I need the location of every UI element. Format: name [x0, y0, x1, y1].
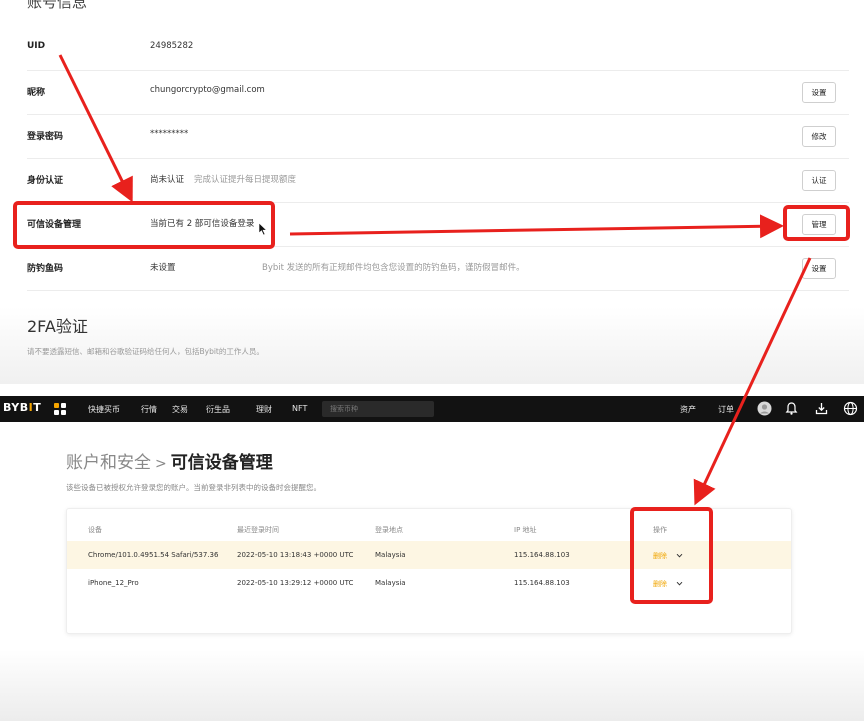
col-header-device: 设备 [88, 526, 102, 534]
globe-icon[interactable] [843, 401, 858, 416]
device-name: iPhone_12_Pro [88, 579, 139, 587]
anti-phishing-set-button[interactable]: 设置 [802, 258, 836, 279]
bell-icon[interactable] [784, 401, 799, 416]
page-description: 该些设备已被授权允许登录您的账户。当前登录非列表中的设备时会提醒您。 [66, 483, 321, 492]
info-row-nickname: 昵称 chungorcrypto@gmail.com 设置 [27, 71, 849, 115]
apps-grid-icon[interactable] [53, 402, 67, 416]
twofa-title: 2FA验证 [27, 317, 88, 336]
nav-earn[interactable]: 理财 [256, 404, 272, 415]
identity-value: 尚未认证 [150, 175, 185, 185]
delete-device-button[interactable]: 删除 [653, 551, 667, 561]
nav-derivatives[interactable]: 衍生品 [206, 404, 230, 415]
bybit-logo[interactable]: BYBIT [3, 401, 41, 414]
chevron-down-icon[interactable] [676, 552, 683, 559]
device-name: Chrome/101.0.4951.54 Safari/537.36 [88, 551, 219, 559]
section-title: 账号信息 [27, 0, 88, 11]
uid-label: UID [27, 41, 46, 51]
breadcrumb-separator: > [155, 456, 167, 472]
devices-table: 设备 最近登录时间 登录地点 IP 地址 操作 Chrome/101.0.495… [66, 508, 792, 634]
nav-quick-buy[interactable]: 快捷买币 [88, 404, 120, 415]
password-label: 登录密码 [27, 132, 64, 142]
breadcrumb-parent[interactable]: 账户和安全 [66, 453, 151, 473]
info-row-trusted-devices: 可信设备管理 当前已有 2 部可信设备登录 管理 [27, 203, 849, 247]
nav-orders[interactable]: 订单 [718, 404, 734, 415]
trusted-devices-page: BYBIT 快捷买币 行情 交易 衍生品 理财 NFT 搜索币种 资产 订单 账… [0, 396, 864, 721]
nav-markets[interactable]: 行情 [141, 404, 157, 415]
nickname-label: 昵称 [27, 88, 46, 98]
account-info-panel: 账号信息 UID 24985282 昵称 chungorcrypto@gmail… [0, 0, 864, 384]
nickname-value: chungorcrypto@gmail.com [150, 85, 265, 95]
page-heading: 账户和安全 > 可信设备管理 [66, 448, 273, 473]
download-icon[interactable] [814, 401, 829, 416]
chevron-down-icon[interactable] [676, 580, 683, 587]
info-row-uid: UID 24985282 [27, 27, 849, 71]
mouse-cursor-icon [258, 222, 268, 236]
trusted-devices-value: 当前已有 2 部可信设备登录 [150, 219, 255, 229]
identity-verify-button[interactable]: 认证 [802, 170, 836, 191]
info-row-password: 登录密码 ********* 修改 [27, 115, 849, 159]
password-value: ********* [150, 129, 189, 139]
user-avatar-icon[interactable] [757, 401, 772, 416]
nav-assets[interactable]: 资产 [680, 404, 696, 415]
col-header-last-login: 最近登录时间 [237, 526, 279, 534]
logo-tail: T [33, 401, 42, 414]
logo-text: BYB [3, 401, 29, 414]
table-row: iPhone_12_Pro 2022-05-10 13:29:12 +0000 … [67, 569, 791, 597]
password-change-button[interactable]: 修改 [802, 126, 836, 147]
trusted-devices-manage-button[interactable]: 管理 [802, 214, 836, 235]
col-header-location: 登录地点 [375, 526, 403, 534]
table-row: Chrome/101.0.4951.54 Safari/537.36 2022-… [67, 541, 791, 569]
search-input[interactable]: 搜索币种 [322, 401, 434, 417]
last-login-time: 2022-05-10 13:18:43 +0000 UTC [237, 551, 354, 559]
nickname-set-button[interactable]: 设置 [802, 82, 836, 103]
nav-trade[interactable]: 交易 [172, 404, 188, 415]
login-location: Malaysia [375, 579, 406, 587]
login-location: Malaysia [375, 551, 406, 559]
identity-hint: 完成认证提升每日提现额度 [194, 175, 297, 185]
ip-address: 115.164.88.103 [514, 551, 570, 559]
page-title: 可信设备管理 [170, 453, 273, 473]
uid-value: 24985282 [150, 41, 194, 51]
top-navbar: BYBIT 快捷买币 行情 交易 衍生品 理财 NFT 搜索币种 资产 订单 [0, 396, 864, 422]
identity-label: 身份认证 [27, 176, 64, 186]
col-header-ip: IP 地址 [514, 526, 537, 534]
delete-device-button[interactable]: 删除 [653, 579, 667, 589]
col-header-action: 操作 [653, 526, 667, 534]
info-row-identity: 身份认证 尚未认证 完成认证提升每日提现额度 认证 [27, 159, 849, 203]
anti-phishing-value: 未设置 [150, 263, 176, 273]
anti-phishing-hint: Bybit 发送的所有正规邮件均包含您设置的防钓鱼码，谨防假冒邮件。 [262, 263, 525, 273]
info-row-anti-phishing: 防钓鱼码 未设置 Bybit 发送的所有正规邮件均包含您设置的防钓鱼码，谨防假冒… [27, 247, 849, 291]
ip-address: 115.164.88.103 [514, 579, 570, 587]
twofa-description: 请不要透露短信、邮箱和谷歌验证码给任何人，包括Bybit的工作人员。 [27, 347, 264, 356]
nav-nft[interactable]: NFT [292, 404, 307, 413]
last-login-time: 2022-05-10 13:29:12 +0000 UTC [237, 579, 354, 587]
anti-phishing-label: 防钓鱼码 [27, 264, 64, 274]
trusted-devices-label: 可信设备管理 [27, 220, 82, 230]
